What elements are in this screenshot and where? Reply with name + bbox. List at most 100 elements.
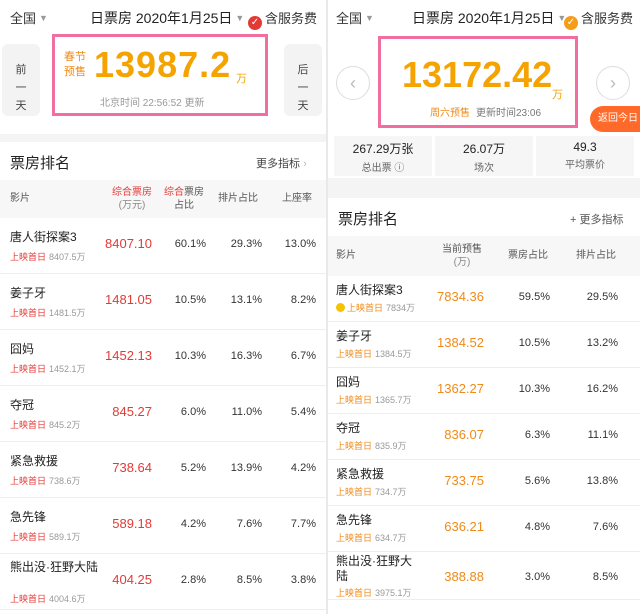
release-day-gross: 1365.7万 <box>375 395 412 405</box>
col-schedule[interactable]: 排片占比 <box>218 192 258 205</box>
share-value: 3.0% <box>524 571 550 583</box>
release-day-gross: 734.7万 <box>375 487 407 497</box>
presale-value: 7834.36 <box>437 289 484 304</box>
date-select[interactable]: 日票房 2020年1月25日 ▼ <box>90 8 244 28</box>
date-select[interactable]: 日票房 2020年1月25日 ▼ <box>412 8 566 28</box>
screenshot-root: 全国 ▼ 日票房 2020年1月25日 ▼ ✓ 含服务费 前 一 天 春节 预售 13… <box>0 0 640 614</box>
stat-avg-price: 49.3 平均票价 <box>536 136 634 176</box>
top-bar: 全国 ▼ 日票房 2020年1月25日 ▼ ✓ 含服务费 <box>328 0 640 34</box>
table-row[interactable]: 紧急救援 上映首日 734.7万 733.75 5.6% 13.8% <box>328 460 640 506</box>
more-metrics-link[interactable]: + 更多指标 <box>570 211 623 227</box>
update-time: 更新时间23:06 <box>476 108 542 119</box>
release-day-gross: 1384.5万 <box>375 349 412 359</box>
presale-tag: 周六预售 <box>430 108 470 119</box>
share-value: 60.1% <box>174 238 206 250</box>
table-row[interactable]: 紧急救援 上映首日 738.6万 738.64 5.2% 13.9% 4.2% <box>0 442 326 498</box>
right-table-body: 唐人街探案3 上映首日 7834万 7834.36 59.5% 29.5% 姜子牙 上映首日 1… <box>328 276 640 600</box>
release-tag: 上映首日 <box>10 252 47 262</box>
table-row[interactable]: 夺冠 上映首日 845.2万 845.27 6.0% 11.0% 5.4% <box>0 386 326 442</box>
table-row[interactable]: 熊出没·狂野大陆 上映首日 4004.6万 404.25 2.8% 8.5% 3.8% <box>0 554 326 610</box>
schedule-value: 13.2% <box>586 337 618 349</box>
next-day-button[interactable]: 后 一 天 <box>284 44 322 116</box>
schedule-value: 16.3% <box>230 350 262 362</box>
col-box-office-label: 综合票房 <box>112 187 152 198</box>
film-name: 唐人街探案3 <box>336 283 403 297</box>
film-name: 姜子牙 <box>10 286 47 300</box>
film-subtitle: 上映首日 1452.1万 <box>10 362 86 375</box>
table-row[interactable]: 囧妈 上映首日 1452.1万 1452.13 10.3% 16.3% 6.7% <box>0 330 326 386</box>
release-tag: 上映首日 <box>10 594 47 604</box>
presale-value: 636.21 <box>444 519 484 534</box>
release-day-gross: 1481.5万 <box>49 308 86 318</box>
col-share[interactable]: 综合票房 占比 <box>160 186 208 212</box>
occupancy-value: 3.8% <box>290 574 316 586</box>
share-value: 10.5% <box>174 294 206 306</box>
col-presale-label: 当前预售 <box>442 244 482 255</box>
schedule-value: 16.2% <box>586 383 618 395</box>
release-day-gross: 3975.1万 <box>375 588 412 598</box>
col-share[interactable]: 票房占比 <box>508 249 548 262</box>
occupancy-value: 7.7% <box>290 518 316 530</box>
prev-day-char: 一 <box>15 82 27 94</box>
release-tag: 上映首日 <box>336 349 373 359</box>
more-metrics-link[interactable]: 更多指标 › <box>256 155 307 171</box>
share-value: 59.5% <box>518 291 550 303</box>
col-presale[interactable]: 当前预售 (万) <box>436 243 488 269</box>
table-row[interactable]: 唐人街探案3 上映首日 8407.5万 8407.10 60.1% 29.3% 13.0% <box>0 218 326 274</box>
prev-day-button[interactable]: 前 一 天 <box>2 44 40 116</box>
table-row[interactable]: 急先锋 上映首日 589.1万 589.18 4.2% 7.6% 7.7% <box>0 498 326 554</box>
service-fee-toggle[interactable]: ✓ 含服务费 <box>248 8 317 30</box>
back-to-today-button[interactable]: 返回今日 > <box>590 106 640 132</box>
table-row[interactable]: 急先锋 上映首日 634.7万 636.21 4.8% 7.6% <box>328 506 640 552</box>
schedule-value: 8.5% <box>236 574 262 586</box>
table-row[interactable]: 姜子牙 上映首日 1384.5万 1384.52 10.5% 13.2% <box>328 322 640 368</box>
release-day-gross: 738.6万 <box>49 476 81 486</box>
ranking-header: 票房排名 + 更多指标 <box>328 198 640 236</box>
release-tag: 上映首日 <box>10 420 47 430</box>
share-value: 4.2% <box>180 518 206 530</box>
release-tag: 上映首日 <box>347 303 384 313</box>
col-schedule[interactable]: 排片占比 <box>576 249 616 262</box>
film-name: 紧急救援 <box>336 467 385 481</box>
separator <box>328 178 640 198</box>
share-value: 10.5% <box>518 337 550 349</box>
release-day-gross: 4004.6万 <box>49 594 86 604</box>
service-fee-label: 含服务费 <box>265 11 318 26</box>
release-tag: 上映首日 <box>10 476 47 486</box>
service-fee-toggle[interactable]: ✓ 含服务费 <box>564 8 633 30</box>
caret-down-icon: ▼ <box>365 13 374 23</box>
total-box-office: 13172.42 <box>402 54 553 95</box>
film-name: 熊出没·狂野大陆 <box>10 560 98 574</box>
film-subtitle: 上映首日 1365.7万 <box>336 393 412 406</box>
table-row[interactable]: 熊出没·狂野大陆 上映首日 3975.1万 388.88 3.0% 8.5% <box>328 552 640 600</box>
share-value: 6.0% <box>180 406 206 418</box>
presale-value: 836.07 <box>444 427 484 442</box>
release-tag: 上映首日 <box>10 364 47 374</box>
next-day-button[interactable]: › <box>596 66 630 100</box>
stat-tickets: 267.29万张 总出票 ⓘ <box>334 136 432 176</box>
city-select[interactable]: 全国 ▼ <box>336 8 374 27</box>
schedule-value: 7.6% <box>592 521 618 533</box>
table-row[interactable]: 姜子牙 上映首日 1481.5万 1481.05 10.5% 13.1% 8.2% <box>0 274 326 330</box>
occupancy-value: 6.7% <box>290 350 316 362</box>
share-value: 4.8% <box>524 521 550 533</box>
city-select[interactable]: 全国 ▼ <box>10 8 48 27</box>
table-row[interactable]: 夺冠 上映首日 835.9万 836.07 6.3% 11.1% <box>328 414 640 460</box>
right-panel: 全国 ▼ 日票房 2020年1月25日 ▼ ✓ 含服务费 ‹ 13172.42 万 周… <box>328 0 640 614</box>
table-row[interactable]: 囧妈 上映首日 1365.7万 1362.27 10.3% 16.2% <box>328 368 640 414</box>
table-row[interactable]: 唐人街探案3 上映首日 7834万 7834.36 59.5% 29.5% <box>328 276 640 322</box>
release-day-gross: 8407.5万 <box>49 252 86 262</box>
film-subtitle: 上映首日 738.6万 <box>10 474 81 487</box>
col-film: 影片 <box>336 250 356 261</box>
next-day-char: 天 <box>297 100 309 112</box>
check-icon: ✓ <box>248 16 262 30</box>
occupancy-value: 8.2% <box>290 294 316 306</box>
box-office-value: 845.27 <box>112 404 152 419</box>
release-tag: 上映首日 <box>336 588 373 598</box>
col-film: 影片 <box>10 193 30 204</box>
share-value: 5.6% <box>524 475 550 487</box>
col-occupancy[interactable]: 上座率 <box>282 192 312 205</box>
col-box-office[interactable]: 综合票房 (万元) <box>108 186 156 212</box>
prev-day-button[interactable]: ‹ <box>336 66 370 100</box>
date-label: 日票房 2020年1月25日 <box>412 10 555 26</box>
